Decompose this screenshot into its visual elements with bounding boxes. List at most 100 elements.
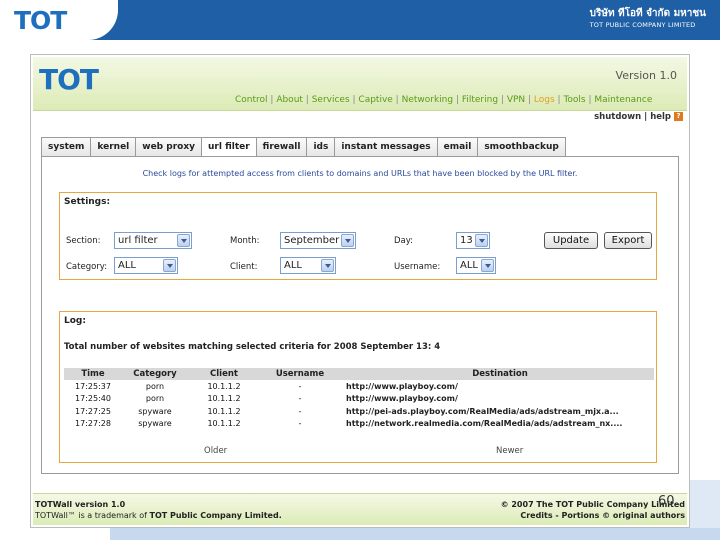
month-select-value: September <box>284 235 340 246</box>
column-header-category: Category <box>122 368 188 380</box>
log-fieldset: Log: Total number of websites matching s… <box>59 311 657 463</box>
column-header-username: Username <box>260 368 340 380</box>
client-select-value: ALL <box>284 260 302 271</box>
company-name-english: TOT PUBLIC COMPANY LIMITED <box>589 21 696 29</box>
table-cell-client: 10.1.1.2 <box>207 419 241 429</box>
nav-item-services[interactable]: Services <box>312 95 350 105</box>
table-cell-username: - <box>298 419 302 429</box>
older-link[interactable]: Older <box>204 446 227 456</box>
month-select[interactable]: September <box>280 232 356 249</box>
chevron-down-icon <box>475 234 488 247</box>
category-label: Category: <box>66 262 108 272</box>
app-header: TOT Version 1.0 Control | About | Servic… <box>33 57 687 111</box>
table-cell-category: spyware <box>138 419 172 429</box>
footer-version: TOTWall version 1.0 <box>35 500 126 509</box>
nav-item-networking[interactable]: Networking <box>402 95 454 105</box>
slide: TOT บริษัท ทีโอที จำกัด มหาชน TOT PUBLIC… <box>0 0 720 540</box>
client-select[interactable]: ALL <box>280 257 336 274</box>
username-select-value: ALL <box>460 260 478 271</box>
nav-separator: | <box>392 95 402 105</box>
username-select[interactable]: ALL <box>456 257 496 274</box>
app-version: Version 1.0 <box>615 69 677 82</box>
username-label: Username: <box>394 262 441 272</box>
log-table-header: Time Category Client Username Destination <box>64 368 654 380</box>
company-name-thai: บริษัท ทีโอที จำกัด มหาชน <box>589 8 706 19</box>
newer-link[interactable]: Newer <box>496 446 523 456</box>
table-cell-client: 10.1.1.2 <box>207 394 241 404</box>
tab-smoothbackup[interactable]: smoothbackup <box>477 137 566 157</box>
log-summary: Total number of websites matching select… <box>64 342 441 352</box>
nav-item-tools[interactable]: Tools <box>563 95 585 105</box>
browser-screenshot: TOT Version 1.0 Control | About | Servic… <box>30 54 690 528</box>
help-icon[interactable]: ? <box>674 112 683 121</box>
table-cell-time: 17:27:28 <box>75 419 111 429</box>
tab-kernel[interactable]: kernel <box>90 137 137 157</box>
section-tabs: system kernel web proxy url filter firewall i… <box>41 137 566 158</box>
nav-separator: | <box>498 95 507 105</box>
table-row: 17:25:37 porn 10.1.1.2 - http://www.playboy.… <box>64 380 654 393</box>
nav-item-maintenance[interactable]: Maintenance <box>594 95 652 105</box>
main-nav: Control | About | Services | Captive | N… <box>235 95 652 105</box>
tot-logo: TOT <box>14 6 67 35</box>
nav-item-control[interactable]: Control <box>235 95 268 105</box>
update-button[interactable]: Update <box>544 232 598 249</box>
nav-item-logs[interactable]: Logs <box>534 95 555 105</box>
settings-fieldset: Settings: Section: url filter Month: Sep… <box>59 192 657 280</box>
nav-item-vpn[interactable]: VPN <box>507 95 525 105</box>
category-select[interactable]: ALL <box>114 257 178 274</box>
table-cell-client: 10.1.1.2 <box>207 381 241 391</box>
slide-page-number: 60 <box>658 494 675 509</box>
table-cell-username: - <box>298 406 302 416</box>
table-cell-category: spyware <box>138 406 172 416</box>
nav-item-about[interactable]: About <box>276 95 303 105</box>
tab-ids[interactable]: ids <box>306 137 336 157</box>
footer-trademark: TOTWall™ is a trademark of TOT Public Co… <box>35 510 282 521</box>
column-header-destination: Destination <box>340 368 654 380</box>
chevron-down-icon <box>321 259 334 272</box>
table-row: 17:25:40 porn 10.1.1.2 - http://www.playboy.… <box>64 393 654 406</box>
tab-firewall[interactable]: firewall <box>255 137 308 157</box>
tab-email[interactable]: email <box>436 137 479 157</box>
table-cell-destination[interactable]: http://network.realmedia.com/RealMedia/a… <box>340 418 654 431</box>
nav-separator: | <box>267 95 277 105</box>
day-select[interactable]: 13 <box>456 232 490 249</box>
url-filter-panel: Check logs for attempted access from cli… <box>41 156 679 474</box>
log-legend: Log: <box>64 316 86 326</box>
day-label: Day: <box>394 236 414 246</box>
footer-left: TOTWall version 1.0 TOTWall™ is a tradem… <box>35 499 282 521</box>
month-label: Month: <box>230 236 260 246</box>
chevron-down-icon <box>163 259 176 272</box>
nav-separator: | <box>525 95 534 105</box>
table-cell-category: porn <box>145 394 165 404</box>
log-table: Time Category Client Username Destination 17… <box>64 368 654 430</box>
tab-web-proxy[interactable]: web proxy <box>135 137 202 157</box>
tab-instant-messages[interactable]: instant messages <box>334 137 438 157</box>
table-cell-time: 17:25:40 <box>75 394 111 404</box>
section-select-value: url filter <box>118 235 158 246</box>
section-label: Section: <box>66 236 101 246</box>
footer-credits[interactable]: Credits - Portions © original authors <box>501 510 685 521</box>
settings-legend: Settings: <box>64 197 111 207</box>
section-select[interactable]: url filter <box>114 232 192 249</box>
top-banner: TOT บริษัท ทีโอที จำกัด มหาชน TOT PUBLIC… <box>0 0 720 40</box>
client-label: Client: <box>230 262 258 272</box>
export-button[interactable]: Export <box>604 232 652 249</box>
table-row: 17:27:28 spyware 10.1.1.2 - http://network.r… <box>64 418 654 431</box>
app-footer: TOTWall version 1.0 TOTWall™ is a tradem… <box>33 493 687 525</box>
nav-item-filtering[interactable]: Filtering <box>462 95 498 105</box>
nav-item-captive[interactable]: Captive <box>358 95 392 105</box>
help-link[interactable]: help <box>650 112 671 122</box>
table-cell-destination[interactable]: http://pei-ads.playboy.com/RealMedia/ads… <box>340 405 654 418</box>
table-cell-time: 17:27:25 <box>75 406 111 416</box>
column-header-client: Client <box>188 368 260 380</box>
table-cell-destination[interactable]: http://www.playboy.com/ <box>340 393 654 406</box>
tab-system[interactable]: system <box>41 137 92 157</box>
log-table-body: 17:25:37 porn 10.1.1.2 - http://www.playboy.… <box>64 380 654 430</box>
chevron-down-icon <box>177 234 190 247</box>
table-row: 17:27:25 spyware 10.1.1.2 - http://pei-ads.p… <box>64 405 654 418</box>
shutdown-link[interactable]: shutdown <box>594 112 641 122</box>
sub-bar <box>33 111 687 123</box>
table-cell-destination[interactable]: http://www.playboy.com/ <box>340 380 654 393</box>
tab-url-filter[interactable]: url filter <box>201 137 257 158</box>
nav-separator: | <box>453 95 462 105</box>
